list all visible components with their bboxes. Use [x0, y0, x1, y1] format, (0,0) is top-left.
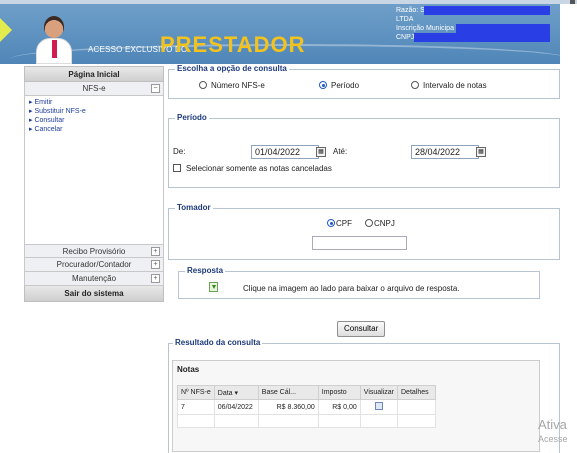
header-banner: ACESSO EXCLUSIVO DO PRESTADOR Razão: S L…: [0, 4, 560, 64]
tomador-fieldset: Tomador CPF CNPJ: [168, 203, 560, 260]
radio-button[interactable]: [199, 81, 207, 89]
radio-button[interactable]: [365, 219, 373, 227]
radio-cpf[interactable]: CPF: [327, 219, 352, 228]
notas-grid: Notas Nº NFS-e Data ▾ Base Cál... Impost…: [172, 360, 540, 452]
column-header-base[interactable]: Base Cál...: [257, 385, 319, 400]
notas-table: Nº NFS-e Data ▾ Base Cál... Imposto Visu…: [177, 385, 436, 428]
date-from-input[interactable]: 01/04/2022: [251, 145, 319, 159]
avatar-tie: [52, 40, 57, 58]
sidebar-section-manutencao[interactable]: Manutenção +: [24, 272, 164, 286]
column-header-data[interactable]: Data ▾: [213, 385, 259, 400]
radio-label: CNPJ: [374, 219, 395, 228]
sidebar-section-recibo[interactable]: Recibo Provisório +: [24, 244, 164, 258]
cell-imposto: R$ 0,00: [317, 399, 361, 415]
arrow-icon: [0, 18, 12, 42]
info-razao: Razão: S: [396, 7, 425, 14]
de-label: De:: [173, 147, 186, 156]
canceled-only-label: Selecionar somente as notas canceladas: [186, 164, 332, 173]
radio-label: CPF: [336, 219, 352, 228]
sidebar-section-label: Recibo Provisório: [62, 247, 126, 256]
resultado-legend: Resultado da consulta: [173, 338, 263, 347]
view-document-icon[interactable]: [374, 402, 383, 410]
sidebar-section-nfse[interactable]: NFS-e −: [24, 82, 164, 96]
tomador-legend: Tomador: [175, 203, 213, 212]
consulta-legend: Escolha a opção de consulta: [175, 64, 289, 73]
periodo-fieldset: Período De: 01/04/2022 ▦ Até: 28/04/2022…: [168, 113, 560, 188]
radio-numero-nfse[interactable]: Número NFS-e: [199, 81, 265, 90]
expand-icon[interactable]: +: [151, 274, 160, 283]
sidebar-section-label: Procurador/Contador: [56, 260, 132, 269]
cell-data: 06/04/2022: [213, 399, 259, 415]
collapse-icon[interactable]: −: [151, 84, 160, 93]
ate-label: Até:: [333, 147, 348, 156]
info-ltda: LTDA: [396, 16, 414, 23]
column-header-numero[interactable]: Nº NFS-e: [177, 385, 215, 400]
window-corner-icon: [570, 0, 575, 4]
sidebar-item-emitir[interactable]: Emitir: [29, 98, 163, 107]
info-inscricao: Inscrição Municipa: [396, 25, 454, 32]
cell-detalhes: [397, 399, 436, 415]
radio-label: Número NFS-e: [211, 81, 265, 90]
avatar: [34, 16, 74, 64]
sidebar-home[interactable]: Página Inicial: [24, 66, 164, 82]
avatar-head: [44, 16, 64, 38]
resposta-legend: Resposta: [185, 266, 226, 275]
table-row[interactable]: 7 06/04/2022 R$ 8.360,00 R$ 0,00: [177, 399, 436, 415]
calendar-icon[interactable]: ▦: [316, 147, 326, 157]
download-icon[interactable]: [209, 282, 218, 292]
brand-title: PRESTADOR: [160, 32, 306, 57]
radio-intervalo[interactable]: Intervalo de notas: [411, 81, 487, 90]
resposta-text: Clique na imagem ao lado para baixar o a…: [243, 284, 460, 293]
sidebar-nfse-links: Emitir Substituir NFS-e Consultar Cancel…: [24, 96, 164, 244]
column-header-visualizar[interactable]: Visualizar: [359, 385, 399, 400]
redaction-bar: [414, 33, 550, 42]
consulta-options-fieldset: Escolha a opção de consulta Número NFS-e…: [168, 64, 560, 99]
sidebar-section-procurador[interactable]: Procurador/Contador +: [24, 258, 164, 272]
consultar-button[interactable]: Consultar: [337, 321, 386, 337]
cell-numero: 7: [177, 399, 215, 415]
grid-title: Notas: [177, 365, 200, 374]
radio-button[interactable]: [319, 81, 327, 89]
sidebar-item-cancelar[interactable]: Cancelar: [29, 125, 163, 134]
cell-visualizar: [359, 399, 399, 415]
column-header-imposto[interactable]: Imposto: [317, 385, 361, 400]
sidebar-section-label: Manutenção: [71, 274, 117, 283]
watermark-line2: Acesse: [538, 434, 568, 444]
periodo-legend: Período: [175, 113, 209, 122]
table-row-empty: [177, 414, 436, 428]
column-header-detalhes[interactable]: Detalhes: [397, 385, 436, 400]
date-to-input[interactable]: 28/04/2022: [411, 145, 479, 159]
expand-icon[interactable]: +: [151, 260, 160, 269]
radio-button[interactable]: [327, 219, 335, 227]
redaction-bar: [456, 24, 550, 33]
canceled-only-checkbox[interactable]: [173, 164, 181, 172]
table-header-row: Nº NFS-e Data ▾ Base Cál... Imposto Visu…: [177, 385, 436, 400]
radio-button[interactable]: [411, 81, 419, 89]
company-info: Razão: S LTDA Inscrição Municipa CNPJ:: [396, 6, 550, 42]
tomador-document-input[interactable]: [312, 236, 407, 250]
radio-cnpj[interactable]: CNPJ: [365, 219, 395, 228]
cell-base: R$ 8.360,00: [257, 399, 319, 415]
sidebar-item-consultar[interactable]: Consultar: [29, 116, 163, 125]
sidebar-logout[interactable]: Sair do sistema: [24, 286, 164, 302]
sidebar-section-label: NFS-e: [82, 84, 106, 93]
expand-icon[interactable]: +: [151, 247, 160, 256]
radio-label: Período: [331, 81, 360, 90]
radio-periodo[interactable]: Período: [319, 81, 359, 90]
sidebar-item-substituir[interactable]: Substituir NFS-e: [29, 107, 163, 116]
sidebar: Página Inicial NFS-e − Emitir Substituir…: [24, 66, 164, 321]
watermark-line1: Ativa: [538, 417, 567, 432]
calendar-icon[interactable]: ▦: [476, 147, 486, 157]
resposta-fieldset: Resposta Clique na imagem ao lado para b…: [178, 266, 540, 299]
radio-label: Intervalo de notas: [423, 81, 487, 90]
redaction-bar: [424, 6, 550, 15]
